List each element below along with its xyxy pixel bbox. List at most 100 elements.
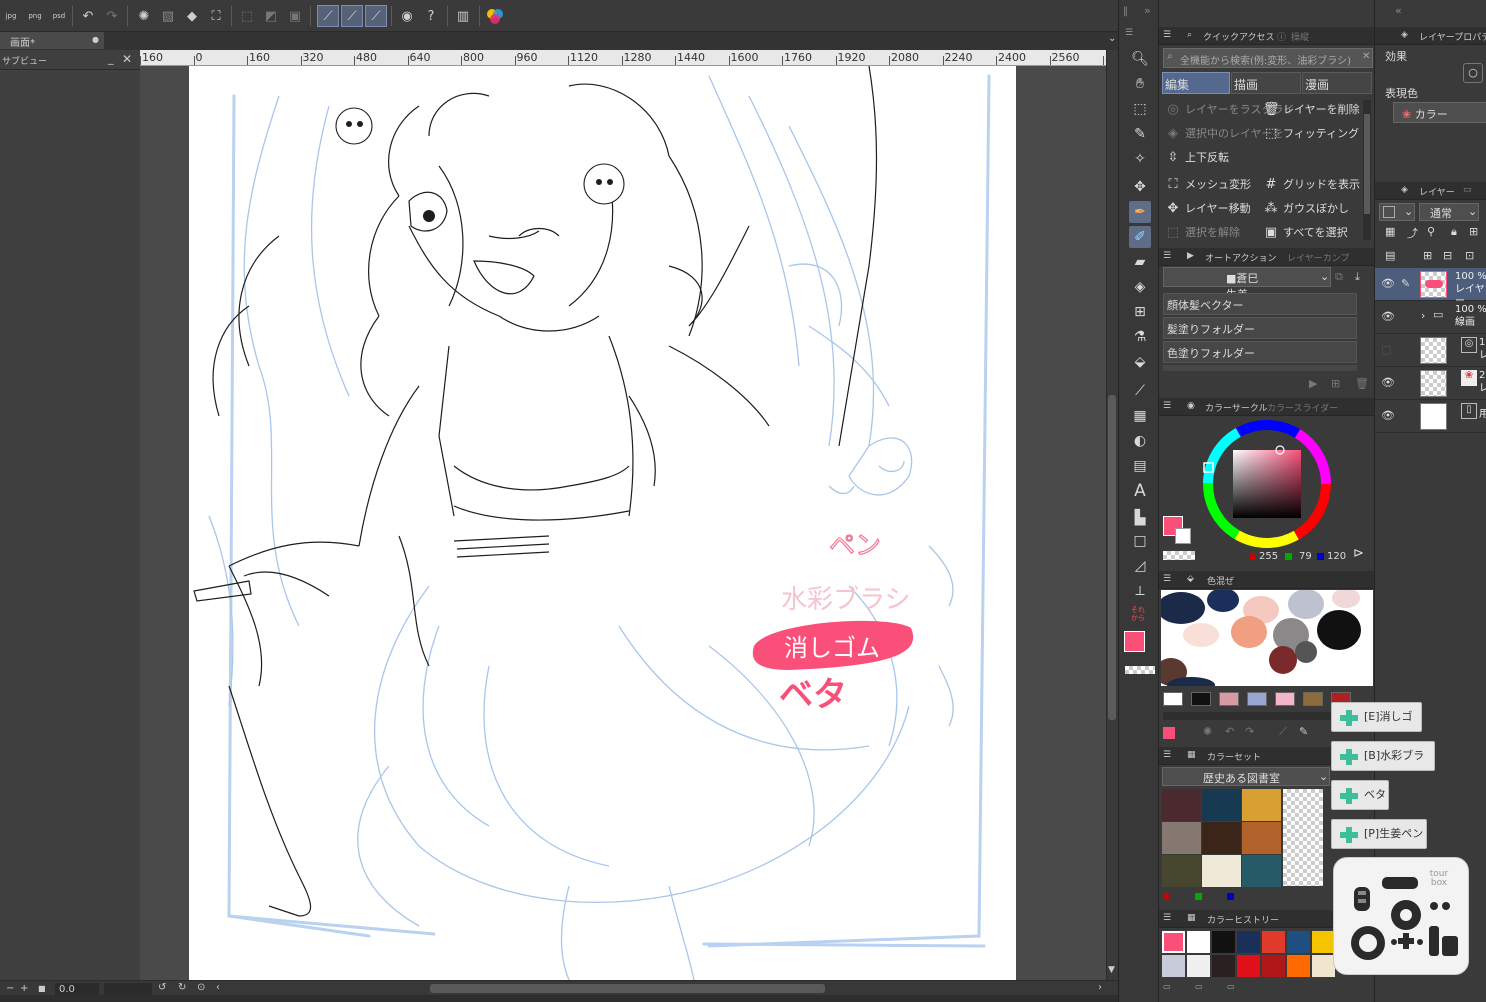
selection-tool-icon[interactable]: ⬚ xyxy=(1129,98,1151,120)
color-history-swatch[interactable] xyxy=(1212,931,1235,953)
eye-icon[interactable]: 👁︎ xyxy=(1381,376,1395,389)
panel-footer-icon[interactable]: ▭ xyxy=(1163,982,1171,991)
invert-selection-icon[interactable]: ◩ xyxy=(260,5,282,27)
transparent-swatch[interactable] xyxy=(1283,789,1323,886)
qa-mesh-transform[interactable]: ⛶ メッシュ変形 xyxy=(1163,174,1251,196)
tablet-icon[interactable]: ▥ xyxy=(452,5,474,27)
vertical-scroll-thumb[interactable] xyxy=(1108,395,1116,720)
panel-footer-icon[interactable]: ▭ xyxy=(1227,982,1235,991)
add-action-icon[interactable]: ⊞ xyxy=(1331,377,1340,390)
effect-border-icon[interactable]: ○ xyxy=(1463,63,1483,83)
help-icon[interactable]: ? xyxy=(420,5,442,27)
snap-grid-icon[interactable]: ⟋ xyxy=(365,5,387,27)
qa-scrollbar[interactable] xyxy=(1363,100,1371,240)
export-png-icon[interactable]: png xyxy=(24,5,46,27)
palette-swatch[interactable] xyxy=(1303,692,1323,706)
copy-set-icon[interactable]: ⧉ xyxy=(1335,270,1343,284)
color-icon[interactable] xyxy=(484,5,506,27)
import-set-icon[interactable]: ⤓ xyxy=(1355,270,1360,284)
color-set-swatch[interactable] xyxy=(1242,822,1281,854)
qa-fitting[interactable]: ⬚ フィッティング xyxy=(1261,123,1359,145)
collapse-icon[interactable]: » xyxy=(1144,4,1151,17)
rotate-right-icon[interactable]: ↻ xyxy=(178,982,186,993)
color-history-swatch[interactable] xyxy=(1287,955,1310,977)
palette-swatch[interactable] xyxy=(1191,692,1211,706)
redo-icon[interactable]: ↷ xyxy=(1245,725,1254,738)
color-history-swatch[interactable] xyxy=(1162,955,1185,977)
layer-row[interactable]: 👁︎ ❀ 2 レ xyxy=(1375,367,1486,400)
snap-ruler-icon[interactable]: ⟋ xyxy=(317,5,339,27)
layer-menu-icon[interactable]: ▤ xyxy=(1385,249,1395,262)
tab-dropdown-icon[interactable]: ⌄ xyxy=(1108,33,1116,44)
undo-icon[interactable]: ↶ xyxy=(77,5,99,27)
color-wheel[interactable] xyxy=(1201,418,1333,550)
color-set-swatch[interactable] xyxy=(1162,855,1201,887)
text-tool-icon[interactable]: A xyxy=(1129,480,1151,502)
lock-alpha-icon[interactable]: ⊞ xyxy=(1469,225,1478,238)
color-circle-title[interactable]: カラーサークル xyxy=(1205,401,1268,414)
move-tool-icon[interactable]: ✥ xyxy=(1129,176,1151,198)
redo-icon[interactable]: ↷ xyxy=(101,5,123,27)
qa-show-grid[interactable]: # グリッドを表示 xyxy=(1261,174,1360,196)
hand-tool-icon[interactable]: ✋︎ xyxy=(1129,73,1151,95)
layer-property-title[interactable]: レイヤープロパティ xyxy=(1419,30,1486,43)
qa-select-all[interactable]: ▣ すべてを選択 xyxy=(1261,222,1348,244)
color-history-swatch[interactable] xyxy=(1287,931,1310,953)
brush-icon[interactable]: ⟋ xyxy=(1279,725,1287,739)
auto-action-item[interactable]: 色塗りフォルダー xyxy=(1163,341,1357,363)
color-history-swatch[interactable] xyxy=(1312,931,1335,953)
reference-icon[interactable]: ⚲ xyxy=(1427,225,1435,238)
new-folder-icon[interactable]: ⊡ xyxy=(1465,249,1474,262)
qa-deselect[interactable]: ⬚ 選択を解除 xyxy=(1163,222,1240,244)
layer-row[interactable]: ▢ ◎ 1 レ xyxy=(1375,334,1486,367)
color-history-swatch[interactable] xyxy=(1312,955,1335,977)
mix-brush-icon[interactable]: ✎ xyxy=(1299,725,1308,738)
color-set-swatch[interactable] xyxy=(1162,789,1201,821)
color-mix-title[interactable]: 色混ぜ xyxy=(1207,574,1234,587)
color-set-select[interactable]: 歴史ある図書室 ⌄ xyxy=(1162,767,1330,786)
color-history-swatch[interactable] xyxy=(1212,955,1235,977)
layer-panel-title[interactable]: レイヤー xyxy=(1419,185,1455,198)
tab-edit[interactable]: 編集 xyxy=(1162,72,1230,94)
airbrush-tool-icon[interactable]: ▰ xyxy=(1129,251,1151,273)
color-set-swatch[interactable] xyxy=(1242,789,1281,821)
scroll-left-icon[interactable]: ‹ xyxy=(216,982,220,993)
new-raster-layer-icon[interactable]: ⊞ xyxy=(1423,249,1432,262)
menu-icon[interactable]: ☰ xyxy=(1163,251,1171,261)
eyedropper-tool-icon[interactable]: ✎ xyxy=(1129,123,1151,145)
loading-icon[interactable]: ✺ xyxy=(133,5,155,27)
expand-selection-icon[interactable]: ▣ xyxy=(284,5,306,27)
palette-swatch[interactable] xyxy=(1219,692,1239,706)
color-history-title[interactable]: カラーヒストリー xyxy=(1207,913,1279,926)
document-tab[interactable]: 画面* ● xyxy=(0,32,104,49)
layer-comp-tab[interactable]: レイヤーカンプ xyxy=(1287,251,1349,264)
scroll-right-icon[interactable]: › xyxy=(1098,982,1102,993)
cup-icon[interactable]: ◉ xyxy=(396,5,418,27)
canvas-paper[interactable]: ペン 水彩ブラシ 消しゴム ベタ xyxy=(189,66,1016,980)
menu-icon[interactable]: ☰ xyxy=(1163,913,1171,923)
menu-icon[interactable]: ☰ xyxy=(1163,30,1171,40)
color-circle-sub-swatch[interactable] xyxy=(1175,528,1191,544)
clear-search-icon[interactable]: ✕ xyxy=(1362,51,1370,62)
delete-action-icon[interactable]: 🗑︎ xyxy=(1355,377,1369,390)
qa-delete-layer[interactable]: 🗑︎ レイヤーを削除 xyxy=(1261,99,1360,121)
color-set-swatch[interactable] xyxy=(1242,855,1281,887)
zoom-in-icon[interactable]: + xyxy=(20,983,28,994)
collapse-icon[interactable]: « xyxy=(1395,4,1402,17)
stop-icon[interactable]: ■ xyxy=(38,984,46,993)
eye-icon[interactable]: 👁︎ xyxy=(1381,409,1395,422)
color-mix-current-swatch[interactable] xyxy=(1163,727,1175,739)
figure-tool-icon[interactable]: ◐ xyxy=(1129,430,1151,452)
transform-icon[interactable]: ⛶ xyxy=(205,5,227,27)
layer-color-select[interactable]: ⌄ xyxy=(1379,203,1415,221)
auto-action-title[interactable]: オートアクション xyxy=(1205,251,1277,264)
horizontal-scroll-thumb[interactable] xyxy=(430,984,825,993)
pen-tool-icon[interactable]: ✒ xyxy=(1129,201,1151,223)
zoom-out-icon[interactable]: − xyxy=(6,983,14,994)
quick-access-search-input[interactable]: ⌕ 全機能から検索(例:変形、油彩ブラシ) ✕ xyxy=(1163,48,1373,68)
minimize-icon[interactable]: _ xyxy=(108,52,114,65)
loading-icon[interactable]: ✺ xyxy=(1203,725,1212,738)
snap-special-ruler-icon[interactable]: ⟋ xyxy=(341,5,363,27)
eye-icon[interactable]: 👁︎ xyxy=(1381,277,1395,290)
color-mix-canvas[interactable] xyxy=(1161,590,1373,686)
